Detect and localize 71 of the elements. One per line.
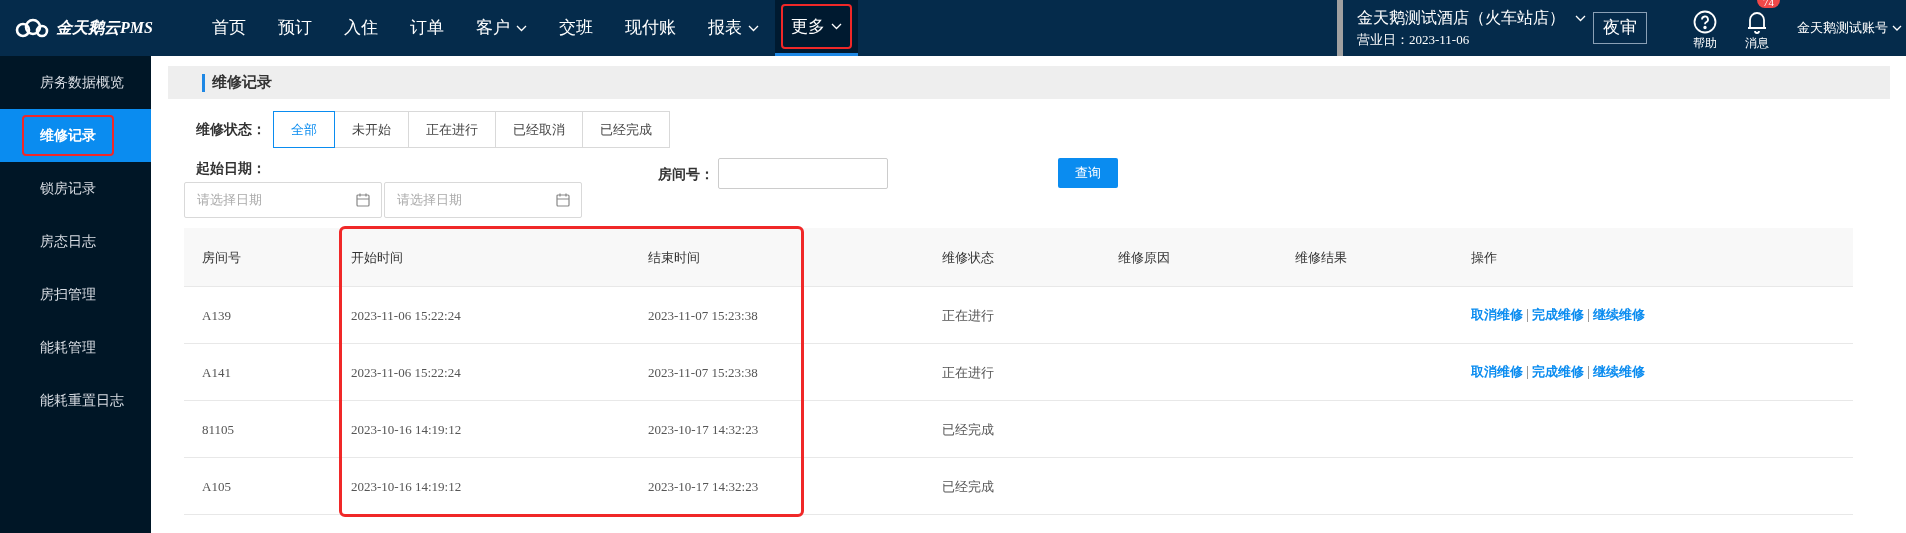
chevron-down-icon[interactable]: [748, 24, 759, 32]
bell-icon[interactable]: [1746, 10, 1768, 34]
column-header: 维修结果: [1295, 250, 1347, 265]
sidebar-item[interactable]: 房态日志: [0, 215, 151, 268]
calendar-icon[interactable]: [356, 193, 370, 207]
status-filter-tab[interactable]: 已经取消: [495, 111, 583, 148]
help-icon[interactable]: [1693, 10, 1717, 34]
column-header: 开始时间: [351, 250, 403, 265]
hotel-name[interactable]: 金天鹅测试酒店（火车站店）: [1357, 6, 1565, 31]
action-link[interactable]: 取消维修: [1471, 362, 1523, 382]
chevron-down-icon[interactable]: [1575, 14, 1586, 22]
nav-tab[interactable]: 现付账: [609, 0, 692, 56]
table-cell: 2023-10-16 14:19:12: [351, 422, 462, 437]
column-header: 结束时间: [648, 250, 700, 265]
room-label: 房间号：: [658, 166, 714, 184]
table-cell: 已经完成: [942, 479, 994, 494]
date-field[interactable]: 请选择日期: [184, 182, 382, 218]
sidebar-item[interactable]: 能耗重置日志: [0, 374, 151, 427]
chevron-down-icon[interactable]: [516, 24, 527, 32]
status-filter-tab[interactable]: 正在进行: [408, 111, 496, 148]
account-name[interactable]: 金天鹅测试账号: [1797, 18, 1888, 38]
table-cell: A141: [202, 365, 231, 380]
night-audit-button[interactable]: 夜审: [1593, 12, 1647, 44]
action-link[interactable]: 继续维修: [1593, 305, 1645, 325]
cloud-logo-icon: [14, 17, 50, 39]
sidebar-item[interactable]: 锁房记录: [0, 162, 151, 215]
page-title: 维修记录: [212, 73, 272, 93]
nav-tab[interactable]: 预订: [262, 0, 328, 56]
date-field[interactable]: 请选择日期: [384, 182, 582, 218]
table-cell: 2023-11-06 15:22:24: [351, 308, 461, 323]
table-cell: 2023-11-07 15:23:38: [648, 308, 758, 323]
column-header: 房间号: [202, 250, 241, 265]
business-date: 营业日：2023-11-06: [1357, 31, 1471, 50]
table-cell: 2023-10-17 14:32:23: [648, 479, 759, 494]
nav-tab[interactable]: 更多: [775, 0, 858, 56]
nav-tab[interactable]: 订单: [394, 0, 460, 56]
room-number-field[interactable]: [718, 158, 888, 189]
messages-label[interactable]: 消息: [1745, 34, 1769, 52]
chevron-down-icon[interactable]: [1892, 25, 1902, 31]
calendar-icon[interactable]: [556, 193, 570, 207]
table-cell: 已经完成: [942, 422, 994, 437]
nav-tab[interactable]: 交班: [543, 0, 609, 56]
chevron-down-icon[interactable]: [831, 23, 842, 30]
status-filter-tab[interactable]: 已经完成: [582, 111, 670, 148]
table-cell: A139: [202, 308, 231, 323]
sidebar-item[interactable]: 房扫管理: [0, 268, 151, 321]
nav-tab[interactable]: 首页: [196, 0, 262, 56]
sidebar-item[interactable]: 房务数据概览: [0, 56, 151, 109]
status-filter-tab[interactable]: 未开始: [334, 111, 409, 148]
help-label[interactable]: 帮助: [1693, 34, 1717, 52]
column-header: 维修原因: [1118, 250, 1170, 265]
date-label: 起始日期：: [195, 160, 267, 178]
table-cell: 2023-11-06 15:22:24: [351, 365, 461, 380]
action-link[interactable]: 取消维修: [1471, 305, 1523, 325]
table-cell: 2023-10-16 14:19:12: [351, 479, 462, 494]
column-header: 维修状态: [942, 250, 994, 265]
logo-text: 金天鹅云PMS: [56, 18, 153, 38]
nav-tab[interactable]: 入住: [328, 0, 394, 56]
status-label: 维修状态：: [196, 121, 266, 139]
nav-tab[interactable]: 报表: [692, 0, 775, 56]
status-filter-tab[interactable]: 全部: [273, 111, 335, 148]
table-cell: 正在进行: [942, 308, 994, 323]
table-cell: A105: [202, 479, 231, 494]
table-cell: 81105: [202, 422, 235, 437]
table-cell: 2023-11-07 15:23:38: [648, 365, 758, 380]
table-cell: 2023-10-17 14:32:23: [648, 422, 759, 437]
table-cell: 正在进行: [942, 365, 994, 380]
action-link[interactable]: 继续维修: [1593, 362, 1645, 382]
column-header: 操作: [1471, 250, 1497, 265]
nav-tab[interactable]: 客户: [460, 0, 543, 56]
sidebar-item[interactable]: 能耗管理: [0, 321, 151, 374]
